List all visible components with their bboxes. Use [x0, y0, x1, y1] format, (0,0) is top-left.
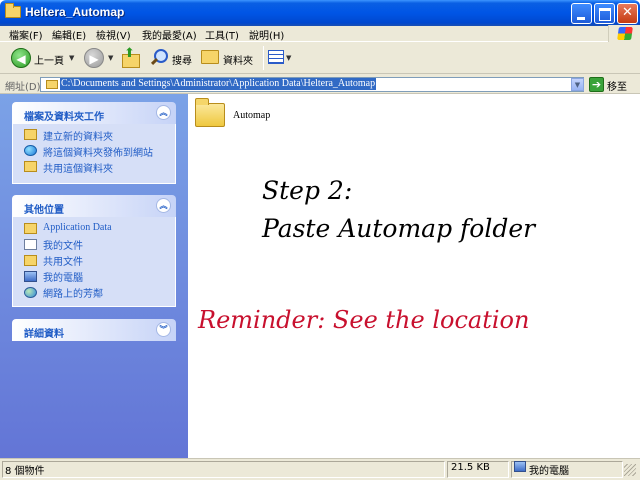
file-list-area[interactable] — [188, 94, 640, 458]
back-dropdown-icon[interactable]: ▼ — [69, 54, 74, 62]
place-shared-documents[interactable]: 共用文件 — [43, 253, 83, 268]
share-folder-icon — [24, 161, 37, 172]
menu-view[interactable]: 檢視(V) — [96, 27, 131, 42]
search-button-label[interactable]: 搜尋 — [172, 52, 192, 67]
windows-logo-icon — [608, 25, 640, 43]
views-icon[interactable] — [268, 50, 284, 64]
folder-icon — [24, 223, 37, 234]
minimize-button[interactable] — [571, 3, 592, 24]
automap-folder-icon[interactable] — [195, 98, 225, 127]
task-publish-folder[interactable]: 將這個資料夾發佈到網站 — [43, 144, 153, 159]
menu-favorites[interactable]: 我的最愛(A) — [142, 27, 197, 42]
automap-folder-label[interactable]: Automap — [233, 110, 270, 121]
address-label: 網址(D) — [5, 82, 41, 93]
other-places-title: 其他位置 — [24, 205, 64, 216]
address-path[interactable]: C:\Documents and Settings\Administrator\… — [60, 78, 377, 90]
forward-dropdown-icon[interactable]: ▼ — [108, 54, 113, 62]
resize-grip[interactable] — [624, 464, 636, 476]
go-arrow-icon[interactable]: ➔ — [589, 77, 604, 92]
file-tasks-header[interactable]: 檔案及資料夾工作 ︽ — [12, 102, 176, 124]
place-application-data[interactable]: Application Data — [43, 222, 112, 233]
details-header[interactable]: 詳細資料 ︾ — [12, 319, 176, 341]
status-location: 我的電腦 — [529, 466, 569, 477]
new-folder-icon — [24, 129, 37, 140]
up-folder-icon[interactable] — [121, 46, 140, 68]
close-button[interactable]: ✕ — [617, 3, 638, 24]
back-arrow-icon[interactable]: ◀ — [11, 48, 31, 68]
status-objects-cell — [2, 461, 445, 478]
task-share-folder[interactable]: 共用這個資料夾 — [43, 160, 113, 175]
place-network[interactable]: 網路上的芳鄰 — [43, 285, 103, 300]
menu-help[interactable]: 說明(H) — [249, 27, 284, 42]
shared-folder-icon — [24, 255, 37, 266]
forward-arrow-icon[interactable]: ▶ — [84, 48, 104, 68]
place-my-computer[interactable]: 我的電腦 — [43, 269, 83, 284]
menu-edit[interactable]: 編輯(E) — [52, 27, 86, 42]
my-computer-icon — [514, 461, 526, 472]
folders-button-label[interactable]: 資料夾 — [223, 52, 253, 67]
step-title: Step 2: — [262, 176, 353, 205]
window-title: Heltera_Automap — [25, 5, 125, 19]
title-bar[interactable]: Heltera_Automap ✕ — [0, 0, 640, 26]
folder-icon — [5, 3, 21, 18]
go-button-label[interactable]: 移至 — [607, 78, 627, 93]
publish-web-icon — [24, 145, 37, 156]
menu-bar: 檔案(F) 編輯(E) 檢視(V) 我的最愛(A) 工具(T) 說明(H) — [0, 26, 640, 42]
task-new-folder[interactable]: 建立新的資料夾 — [43, 128, 113, 143]
views-dropdown-icon[interactable]: ▼ — [286, 54, 291, 62]
maximize-button[interactable] — [594, 3, 615, 24]
status-size: 21.5 KB — [451, 462, 490, 473]
details-title: 詳細資料 — [24, 329, 64, 340]
network-icon — [24, 287, 37, 298]
address-folder-icon — [46, 80, 58, 89]
address-dropdown-icon[interactable]: ▼ — [571, 78, 584, 91]
my-computer-icon — [24, 271, 37, 282]
file-tasks-title: 檔案及資料夾工作 — [24, 112, 104, 123]
other-places-header[interactable]: 其他位置 ︽ — [12, 195, 176, 217]
back-button-label[interactable]: 上一頁 — [34, 52, 64, 67]
toolbar-separator — [263, 46, 264, 70]
menu-file[interactable]: 檔案(F) — [9, 27, 43, 42]
menu-tools[interactable]: 工具(T) — [205, 27, 239, 42]
reminder-text: Reminder: See the location — [198, 306, 530, 334]
place-my-documents[interactable]: 我的文件 — [43, 237, 83, 252]
status-object-count: 8 個物件 — [5, 466, 45, 477]
folders-icon[interactable] — [201, 50, 219, 64]
search-icon[interactable] — [151, 48, 169, 66]
collapse-icon[interactable]: ︽ — [156, 198, 171, 213]
collapse-icon[interactable]: ︽ — [156, 105, 171, 120]
step-instruction: Paste Automap folder — [262, 214, 536, 243]
documents-icon — [24, 239, 37, 250]
expand-icon[interactable]: ︾ — [156, 322, 171, 337]
